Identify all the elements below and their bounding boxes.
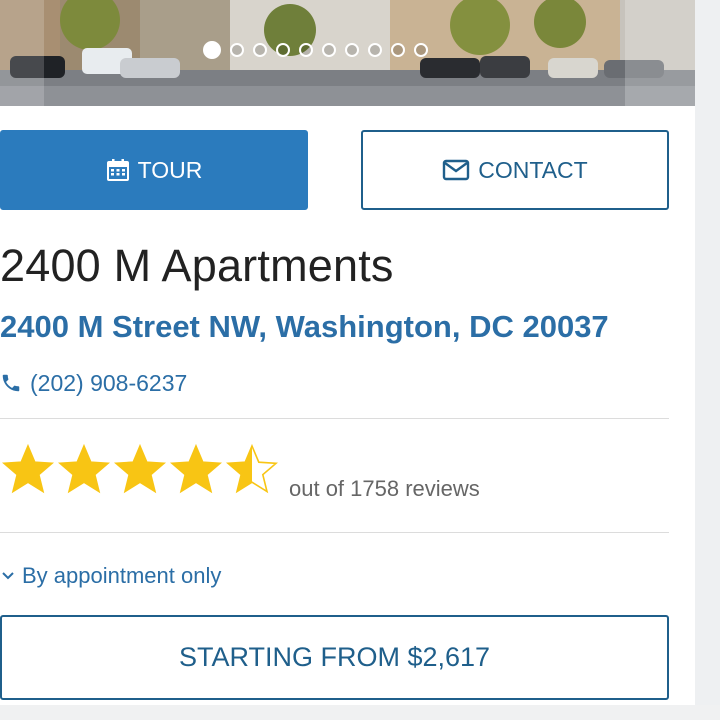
contact-button-label: CONTACT — [478, 156, 588, 183]
phone-number: (202) 908-6237 — [30, 370, 188, 396]
carousel-dot[interactable] — [299, 43, 313, 57]
page-bottom-edge — [0, 705, 720, 720]
divider — [0, 532, 669, 533]
hours-label: By appointment only — [22, 563, 222, 588]
carousel-dot[interactable] — [203, 41, 221, 59]
phone-icon — [0, 372, 22, 394]
tour-button[interactable]: TOUR — [0, 130, 308, 210]
hours-toggle[interactable]: By appointment only — [0, 561, 221, 591]
carousel-dot[interactable] — [276, 43, 290, 57]
carousel-dot[interactable] — [391, 43, 405, 57]
star-full-icon — [169, 443, 223, 494]
chevron-down-icon — [0, 570, 16, 582]
divider — [0, 418, 669, 419]
tour-button-label: TOUR — [137, 156, 203, 183]
carousel-indicators — [203, 41, 437, 61]
carousel-dot[interactable] — [322, 43, 336, 57]
envelope-icon — [442, 159, 470, 181]
star-half-icon — [225, 443, 279, 494]
carousel-dot[interactable] — [230, 43, 244, 57]
carousel-dot[interactable] — [345, 43, 359, 57]
star-rating — [0, 443, 280, 499]
calendar-icon — [106, 158, 130, 182]
phone-link[interactable]: (202) 908-6237 — [0, 368, 187, 398]
property-photo-carousel[interactable] — [0, 0, 695, 106]
carousel-dot[interactable] — [414, 43, 428, 57]
contact-button[interactable]: CONTACT — [361, 130, 669, 210]
page-edge — [695, 0, 720, 720]
carousel-dot[interactable] — [253, 43, 267, 57]
property-name: 2400 M Apartments — [0, 240, 394, 291]
property-address-link[interactable]: 2400 M Street NW, Washington, DC 20037 — [0, 306, 609, 348]
review-count: out of 1758 reviews — [289, 476, 480, 501]
starting-price-label: STARTING FROM $2,617 — [178, 642, 491, 672]
starting-price-button[interactable]: STARTING FROM $2,617 — [0, 615, 669, 700]
carousel-dot[interactable] — [368, 43, 382, 57]
star-full-icon — [113, 443, 167, 494]
star-full-icon — [1, 443, 55, 494]
star-full-icon — [57, 443, 111, 494]
